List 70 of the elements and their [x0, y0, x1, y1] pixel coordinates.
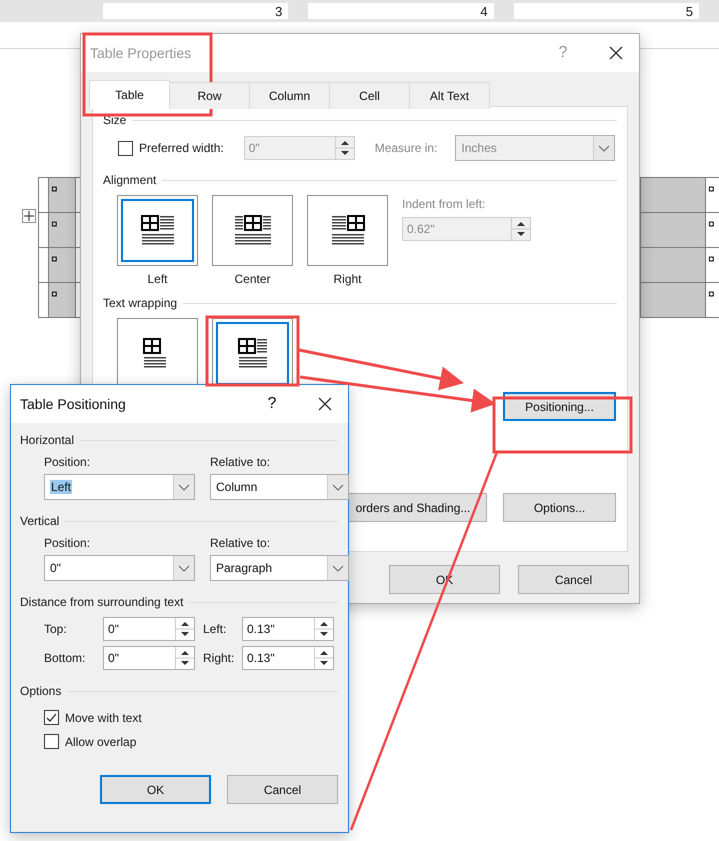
- distance-field[interactable]: 0.13": [242, 646, 334, 670]
- dropdown-caret-icon[interactable]: [593, 136, 614, 160]
- help-button[interactable]: ?: [242, 395, 302, 413]
- position-select[interactable]: Left: [44, 474, 195, 500]
- ruler-number: 5: [686, 4, 693, 18]
- section-heading: Distance from surrounding text: [20, 595, 184, 609]
- position-select[interactable]: 0": [44, 555, 195, 581]
- table-cell: ¤: [48, 178, 75, 212]
- tab[interactable]: Table: [89, 80, 170, 109]
- field-label: Relative to:: [210, 536, 272, 550]
- field-label: Top:: [44, 622, 68, 636]
- spin-arrows-icon[interactable]: [314, 647, 333, 669]
- close-icon: [318, 397, 332, 411]
- ok-button[interactable]: OK: [100, 775, 211, 804]
- move-handle-icon[interactable]: [22, 209, 36, 223]
- distance-field[interactable]: 0": [103, 646, 195, 670]
- field-label: Indent from left:: [402, 197, 486, 211]
- section-heading: Text wrapping: [103, 296, 178, 310]
- table-cell: ¤: [48, 213, 75, 247]
- tab[interactable]: Row: [169, 82, 250, 109]
- spin-arrows-icon[interactable]: [334, 137, 354, 159]
- checkbox[interactable]: [118, 140, 133, 156]
- option-label: Right: [333, 272, 362, 286]
- checkbox[interactable]: [44, 734, 59, 749]
- cancel-button[interactable]: Cancel: [518, 565, 629, 594]
- dropdown-caret-icon[interactable]: [327, 475, 348, 499]
- spin-arrows-icon[interactable]: [314, 618, 333, 640]
- section-heading: Vertical: [20, 514, 60, 528]
- ruler-number: 4: [480, 4, 488, 18]
- checkbox-label: Allow overlap: [65, 734, 136, 748]
- tab[interactable]: Column: [249, 82, 330, 109]
- alignment-option[interactable]: [212, 195, 293, 266]
- positioning-button[interactable]: Positioning...: [503, 392, 616, 421]
- spin-arrows-icon[interactable]: [175, 647, 194, 669]
- field-label: Position:: [44, 536, 92, 550]
- relative-select[interactable]: Column: [210, 474, 349, 500]
- field-label: Preferred width:: [139, 141, 224, 155]
- tab[interactable]: Alt Text: [409, 82, 490, 109]
- distance-field[interactable]: 0": [103, 617, 195, 641]
- spin-arrows-icon[interactable]: [175, 618, 194, 640]
- checkbox-label: Move with text: [65, 710, 142, 724]
- distance-field[interactable]: 0.13": [242, 617, 334, 641]
- field-label: Measure in:: [374, 141, 438, 155]
- option-label: Center: [234, 272, 271, 286]
- table-cell: ¤: [48, 248, 75, 282]
- section-heading: Options: [20, 684, 62, 698]
- close-icon: [609, 46, 623, 60]
- field-label: Right:: [202, 651, 236, 665]
- window-title: Table Properties: [90, 45, 192, 61]
- field-label: Left:: [202, 622, 228, 636]
- spin-arrows-icon[interactable]: [511, 218, 530, 240]
- field-label: Relative to:: [210, 455, 272, 469]
- relative-select[interactable]: Paragraph: [210, 555, 349, 581]
- checkbox[interactable]: [44, 710, 59, 725]
- section-heading: Alignment: [103, 173, 156, 187]
- window-title: Table Positioning: [20, 396, 127, 412]
- field-label: Bottom:: [44, 651, 86, 665]
- cancel-button[interactable]: Cancel: [227, 775, 338, 804]
- section-heading: Horizontal: [20, 433, 74, 447]
- field-label: Position:: [44, 455, 92, 469]
- dialog-button[interactable]: Options...: [503, 493, 616, 522]
- table-cell: ¤: [48, 283, 75, 317]
- ruler-number: 3: [275, 4, 282, 18]
- dropdown-caret-icon[interactable]: [173, 556, 194, 580]
- dropdown-caret-icon[interactable]: [173, 475, 194, 499]
- option-label: Left: [147, 272, 168, 286]
- tab[interactable]: Cell: [329, 82, 410, 109]
- dropdown-caret-icon[interactable]: [327, 556, 348, 580]
- alignment-option[interactable]: [307, 195, 388, 266]
- alignment-option[interactable]: [117, 195, 198, 266]
